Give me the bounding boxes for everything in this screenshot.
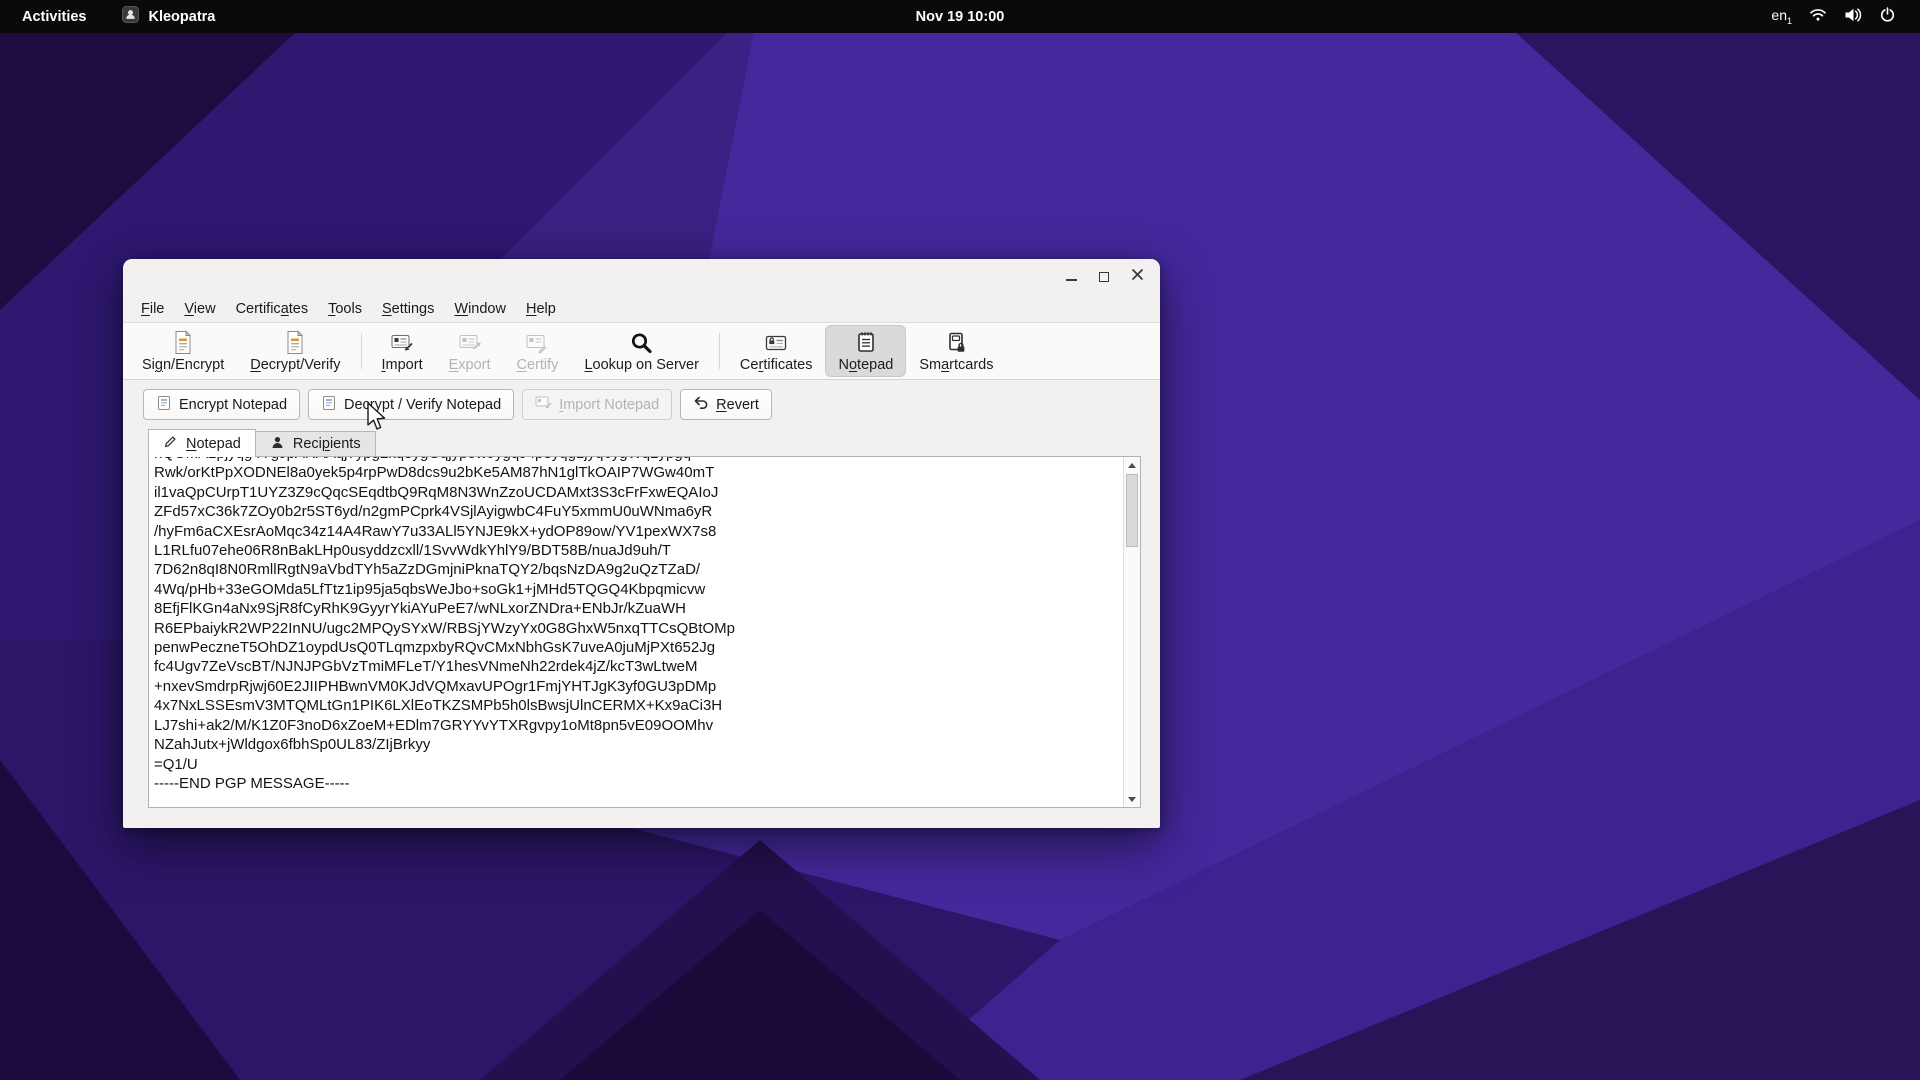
revert-button[interactable]: Revert <box>680 389 772 420</box>
close-icon <box>1131 268 1144 286</box>
tab-notepad[interactable]: Notepad <box>148 429 256 457</box>
scroll-down-button[interactable] <box>1124 791 1140 807</box>
toolbar-label: Sign/Encrypt <box>142 357 224 373</box>
scrollbar-thumb[interactable] <box>1126 474 1138 547</box>
notepad-actions: Encrypt Notepad Decrypt / Verify Notepad <box>143 389 1160 420</box>
top-bar: Activities Kleopatra Nov 19 10:00 en1 <box>0 0 1920 33</box>
button-label: Revert <box>716 397 759 413</box>
toolbar-separator <box>361 333 362 369</box>
toolbar-sign-encrypt[interactable]: Sign/Encrypt <box>129 325 237 377</box>
decrypt-verify-icon <box>283 329 307 355</box>
power-icon <box>1879 6 1896 27</box>
pgp-message-text: Rwk/orKtPpXODNEl8a0yek5p4rpPwD8dcs9u2bKe… <box>154 463 1122 793</box>
toolbar-notepad[interactable]: Notepad <box>825 325 906 377</box>
notepad-text-area[interactable]: hQGMA2pjyqg4YgJpARAAqj7ypg2kq5ygGqjyp0w9… <box>148 456 1141 808</box>
undo-arrow-icon <box>693 395 709 415</box>
keyboard-layout-indicator[interactable]: en1 <box>1771 7 1792 26</box>
menu-bar: File View Certificates Tools Settings Wi… <box>123 295 1160 322</box>
button-label: Import Notepad <box>559 397 659 413</box>
document-icon <box>156 395 172 415</box>
smartcards-icon <box>944 329 968 355</box>
maximize-icon <box>1099 272 1109 282</box>
certificates-icon <box>764 329 788 355</box>
button-label: Encrypt Notepad <box>179 397 287 413</box>
toolbar-lookup-on-server[interactable]: Lookup on Server <box>571 325 711 377</box>
certify-icon <box>525 329 549 355</box>
sign-encrypt-icon <box>171 329 195 355</box>
activities-button[interactable]: Activities <box>22 9 86 25</box>
tab-label: Recipients <box>293 436 361 452</box>
document-icon <box>321 395 337 415</box>
menu-tools[interactable]: Tools <box>318 298 372 320</box>
notepad-tab-bar: Notepad Recipients <box>148 429 1160 457</box>
volume-icon <box>1844 7 1862 27</box>
toolbar: Sign/Encrypt Decrypt/Verify <box>123 322 1160 380</box>
person-icon <box>270 435 285 454</box>
notepad-icon <box>854 329 878 355</box>
search-icon <box>630 329 653 355</box>
menu-window[interactable]: Window <box>444 298 516 320</box>
arrow-up-icon <box>1128 463 1136 468</box>
arrow-down-icon <box>1128 797 1136 802</box>
menu-view[interactable]: View <box>174 298 225 320</box>
minimize-icon <box>1066 279 1077 281</box>
toolbar-certificates[interactable]: Certificates <box>727 325 826 377</box>
kleopatra-window: File View Certificates Tools Settings Wi… <box>123 259 1160 828</box>
menu-certificates[interactable]: Certificates <box>226 298 319 320</box>
pencil-icon <box>163 434 178 453</box>
toolbar-label: Notepad <box>838 357 893 373</box>
toolbar-certify: Certify <box>504 325 572 377</box>
close-button[interactable] <box>1130 270 1144 284</box>
toolbar-label: Decrypt/Verify <box>250 357 340 373</box>
minimize-button[interactable] <box>1064 270 1078 284</box>
import-icon <box>390 329 414 355</box>
toolbar-label: Export <box>449 357 491 373</box>
export-icon <box>458 329 482 355</box>
toolbar-label: Import <box>382 357 423 373</box>
toolbar-label: Certify <box>517 357 559 373</box>
maximize-button[interactable] <box>1097 270 1111 284</box>
tab-recipients[interactable]: Recipients <box>256 431 376 457</box>
toolbar-label: Lookup on Server <box>584 357 698 373</box>
vertical-scrollbar[interactable] <box>1123 457 1140 807</box>
menu-file[interactable]: File <box>131 298 174 320</box>
menu-settings[interactable]: Settings <box>372 298 444 320</box>
toolbar-import[interactable]: Import <box>369 325 436 377</box>
toolbar-separator <box>719 333 720 369</box>
encrypt-notepad-button[interactable]: Encrypt Notepad <box>143 389 300 420</box>
toolbar-label: Smartcards <box>919 357 993 373</box>
wifi-icon <box>1809 7 1827 27</box>
toolbar-smartcards[interactable]: Smartcards <box>906 325 1006 377</box>
focused-app-indicator[interactable]: Kleopatra <box>122 6 215 27</box>
tab-label: Notepad <box>186 436 241 452</box>
toolbar-decrypt-verify[interactable]: Decrypt/Verify <box>237 325 353 377</box>
kleopatra-app-icon <box>122 6 139 27</box>
toolbar-export: Export <box>436 325 504 377</box>
import-notepad-button: Import Notepad <box>522 389 672 420</box>
import-icon <box>535 395 552 414</box>
titlebar[interactable] <box>123 259 1160 295</box>
clock[interactable]: Nov 19 10:00 <box>916 0 1005 33</box>
system-status-area[interactable]: en1 <box>1771 6 1920 27</box>
focused-app-name: Kleopatra <box>148 9 215 25</box>
mouse-cursor <box>366 402 388 437</box>
scroll-up-button[interactable] <box>1124 457 1140 473</box>
menu-help[interactable]: Help <box>516 298 566 320</box>
decrypt-verify-notepad-button[interactable]: Decrypt / Verify Notepad <box>308 389 514 420</box>
toolbar-label: Certificates <box>740 357 813 373</box>
